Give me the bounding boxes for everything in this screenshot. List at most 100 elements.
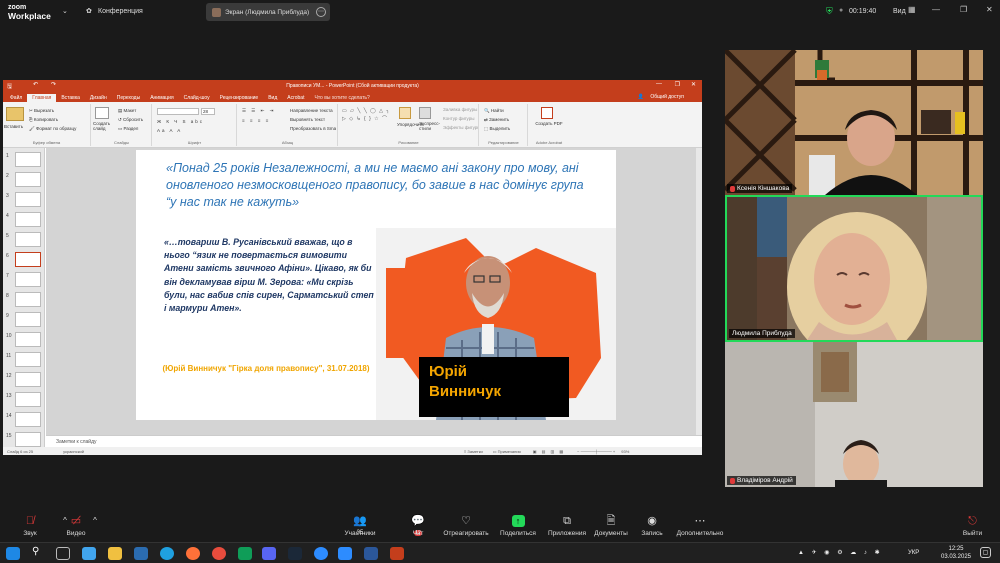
reset-button[interactable]: ↺ Сбросить	[118, 117, 143, 123]
more-button[interactable]: ⋯ Дополнительно	[670, 515, 730, 537]
meeting-info-icon[interactable]: ✿	[86, 7, 92, 15]
quick-styles-icon[interactable]	[419, 107, 431, 119]
section-button[interactable]: ▭ Раздел	[118, 126, 138, 132]
edge-icon[interactable]	[160, 547, 174, 560]
cut-button[interactable]: ✂ Вырезать	[29, 108, 54, 114]
slide-thumbnail[interactable]: 2	[6, 172, 44, 190]
meeting-label[interactable]: Конференция	[98, 8, 143, 15]
slide-thumbnail[interactable]: 12	[6, 372, 44, 390]
network-app-icon[interactable]	[314, 547, 328, 560]
ribbon-tab[interactable]: Анимация	[145, 94, 178, 102]
slide-thumbnail[interactable]: 14	[6, 412, 44, 430]
ppt-close-icon[interactable]: ✕	[691, 81, 696, 88]
shape-effects-button[interactable]: Эффекты фигуры	[443, 125, 478, 130]
zoom-level[interactable]: 93%	[621, 449, 629, 454]
find-button[interactable]: 🔍 Найти	[484, 108, 504, 114]
start-icon[interactable]	[6, 547, 20, 560]
store-icon[interactable]	[134, 547, 148, 560]
shape-outline-button[interactable]: Контур фигуры	[443, 116, 478, 121]
ribbon-tab[interactable]: Дизайн	[85, 94, 112, 102]
firefox-icon[interactable]	[186, 547, 200, 560]
slide-thumbnail[interactable]: 4	[6, 212, 44, 230]
view-grid-icon[interactable]: ▦	[908, 5, 916, 14]
arrange-icon[interactable]	[399, 107, 411, 119]
font-name-input[interactable]	[157, 108, 199, 115]
tell-me-search[interactable]: Что вы хотите сделать?	[309, 94, 374, 102]
slide-thumbnail[interactable]: 11	[6, 352, 44, 370]
ribbon-tab[interactable]: Переходы	[112, 94, 145, 102]
participants-button[interactable]: 👥35 Участники	[330, 515, 390, 537]
align-buttons[interactable]: ≡ ≡ ≡ ≡	[242, 118, 270, 123]
task-view-icon[interactable]	[56, 547, 70, 560]
word-icon[interactable]	[364, 547, 378, 560]
font-size-input[interactable]: 28	[201, 108, 215, 115]
slide-thumbnail[interactable]: 13	[6, 392, 44, 410]
slide-thumbnail[interactable]: 1	[6, 152, 44, 170]
slide-thumbnail[interactable]: 10	[6, 332, 44, 350]
minimize-icon[interactable]: —	[932, 5, 940, 14]
align-text-button[interactable]: Выровнять текст	[290, 117, 325, 122]
ribbon-tab[interactable]: Вид	[263, 94, 282, 102]
pdf-icon[interactable]	[541, 107, 553, 119]
steam-icon[interactable]	[288, 547, 302, 560]
system-tray-icons[interactable]: ▲ ✈ ◉ ⚙ ☁ ♪ ✱	[798, 549, 883, 557]
widgets-icon[interactable]	[82, 547, 96, 560]
ribbon-tab[interactable]: Acrobat	[282, 94, 309, 102]
ribbon-tab[interactable]: Вставка	[56, 94, 85, 102]
more-options-icon[interactable]: ⋯	[316, 7, 326, 17]
format-painter-button[interactable]: 🖌 Формат по образцу	[29, 126, 76, 132]
screen-share-tab[interactable]: Экран (Людмила Приблуда) ⋯	[206, 3, 330, 21]
smartart-button[interactable]: Преобразовать в SmartArt	[290, 126, 336, 131]
keyboard-language[interactable]: УКР	[908, 549, 919, 557]
shape-fill-button[interactable]: Заливка фигуры	[443, 107, 478, 112]
quick-styles-button[interactable]: Экспресс-стили	[419, 121, 445, 131]
restore-icon[interactable]: ❐	[960, 5, 967, 14]
ppt-minimize-icon[interactable]: —	[656, 81, 662, 87]
view-mode-buttons[interactable]: ▣ ▤ ▥ ▦	[533, 449, 565, 454]
language-indicator[interactable]: украинский	[63, 449, 84, 454]
save-icon[interactable]: 🖫	[7, 82, 12, 92]
app-icon[interactable]	[238, 547, 252, 560]
video-tile-3[interactable]: Владіміров Андрій	[725, 342, 983, 487]
file-explorer-icon[interactable]	[108, 547, 122, 560]
redo-icon[interactable]: ↷	[51, 81, 56, 88]
slide-thumbnail[interactable]: 8	[6, 292, 44, 310]
ribbon-tab[interactable]: Рецензирование	[215, 94, 264, 102]
slide-thumbnail[interactable]: 7	[6, 272, 44, 290]
react-button[interactable]: ♡ Отреагировать	[436, 515, 496, 537]
shield-icon[interactable]: ⛨	[826, 6, 833, 17]
select-button[interactable]: ⬚ Выделить	[484, 126, 510, 132]
zoom-slider[interactable]: − ─────┼───── +	[577, 449, 615, 454]
replace-button[interactable]: ⇄ Заменить	[484, 117, 509, 123]
close-icon[interactable]: ✕	[986, 5, 993, 14]
new-slide-icon[interactable]	[95, 107, 109, 119]
shapes-gallery[interactable]: ▭ ▱ ╲ ╲ ◯ △ ╮ ▷ ◇ ↳ { } ☆ ⌒	[342, 107, 394, 133]
video-tile-1[interactable]: Ксенія Кіншакова	[725, 50, 983, 195]
video-tile-2-active-speaker[interactable]: Людмила Приблуда	[725, 195, 983, 342]
copy-button[interactable]: ⎘ Копировать	[29, 117, 58, 122]
clock[interactable]: 12:25 03.03.2025	[938, 545, 974, 561]
slide-thumbnail[interactable]: 5	[6, 232, 44, 250]
slide-thumbnail[interactable]: 6	[6, 252, 44, 270]
ribbon-tab[interactable]: Главная	[27, 94, 57, 102]
ribbon-tab[interactable]: Слайд-шоу	[179, 94, 215, 102]
font-color-buttons[interactable]: Aa A A	[157, 128, 182, 133]
powerpoint-icon[interactable]	[390, 547, 404, 560]
ppt-share-button[interactable]: 👤 Общий доступ	[633, 93, 694, 101]
slide-notes-pane[interactable]: Заметки к слайду	[46, 435, 702, 447]
create-pdf-button[interactable]: Создать PDF	[535, 121, 563, 126]
slide-thumbnail[interactable]: 3	[6, 192, 44, 210]
video-options-caret[interactable]: ^	[80, 516, 110, 525]
slide-thumbnail[interactable]: 9	[6, 312, 44, 330]
list-buttons[interactable]: ☰ ☰ ⇤ ⇥	[242, 108, 275, 114]
notification-icon[interactable]: ▢	[980, 547, 991, 558]
ribbon-tab[interactable]: Файл	[5, 94, 27, 102]
comments-toggle[interactable]: ▭ Примечания	[493, 449, 521, 454]
paste-button[interactable]: Вставить	[4, 124, 23, 129]
view-button[interactable]: Вид	[893, 8, 906, 15]
chevron-down-icon[interactable]: ⌄	[62, 7, 68, 15]
notes-toggle[interactable]: ≡ Заметки	[464, 449, 483, 454]
discord-icon[interactable]	[262, 547, 276, 560]
layout-button[interactable]: ▤ Макет	[118, 108, 136, 114]
slide-vertical-scrollbar[interactable]	[696, 148, 702, 435]
